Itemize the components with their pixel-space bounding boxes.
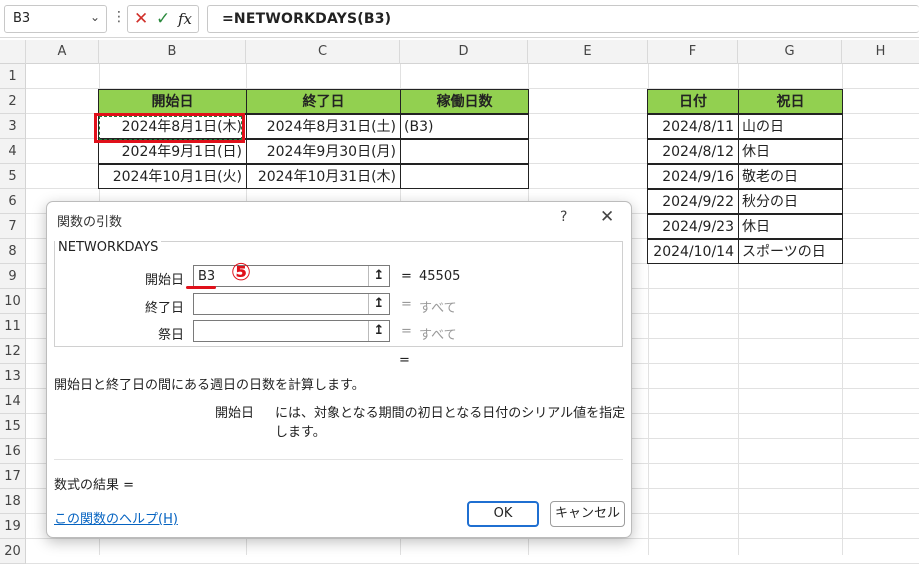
name-box[interactable]: B3 ⌄ <box>4 5 107 33</box>
row-header[interactable]: 3 <box>0 114 26 139</box>
row-header[interactable]: 16 <box>0 439 26 464</box>
cell-d4[interactable] <box>400 139 529 164</box>
row-header[interactable]: 4 <box>0 139 26 164</box>
arg-input-end-date[interactable]: ↥ <box>193 293 390 315</box>
holiday-date[interactable]: 2024/9/22 <box>647 189 739 214</box>
arg-equals: = <box>401 269 412 284</box>
collapse-dialog-icon[interactable]: ↥ <box>368 294 389 314</box>
help-link[interactable]: この関数のヘルプ(H) <box>54 508 178 527</box>
dialog-title: 関数の引数 <box>57 215 123 230</box>
function-name: NETWORKDAYS <box>55 240 162 255</box>
column-header-f[interactable]: F <box>648 40 738 64</box>
column-header-a[interactable]: A <box>26 40 99 64</box>
holiday-date[interactable]: 2024/9/23 <box>647 214 739 239</box>
function-arguments-dialog: 関数の引数 ? ✕ NETWORKDAYS 開始日 B3 ↥ = 45505 終… <box>46 201 632 538</box>
arg-equals: = <box>401 297 412 312</box>
arg-label-holidays: 祭日 <box>157 328 184 343</box>
holiday-date[interactable]: 2024/9/16 <box>647 164 739 189</box>
holiday-name[interactable]: スポーツの日 <box>738 239 843 264</box>
cell-c3[interactable]: 2024年8月31日(土) <box>246 114 401 139</box>
annotation-underline <box>186 286 216 289</box>
arg-equals: = <box>401 324 412 339</box>
close-icon[interactable]: ✕ <box>600 207 614 227</box>
header-end-date[interactable]: 終了日 <box>246 89 401 114</box>
header-holiday[interactable]: 祝日 <box>738 89 843 114</box>
column-header-h[interactable]: H <box>842 40 919 64</box>
collapse-dialog-icon[interactable]: ↥ <box>368 266 389 286</box>
column-header-e[interactable]: E <box>528 40 648 64</box>
row-header[interactable]: 13 <box>0 364 26 389</box>
row-header[interactable]: 20 <box>0 539 26 564</box>
gridline <box>26 538 919 539</box>
function-description: 開始日と終了日の間にある週日の日数を計算します。 <box>54 378 365 393</box>
cancel-button[interactable]: キャンセル <box>550 501 625 527</box>
holiday-name[interactable]: 秋分の日 <box>738 189 843 214</box>
row-header[interactable]: 18 <box>0 489 26 514</box>
holiday-date[interactable]: 2024/8/12 <box>647 139 739 164</box>
holiday-name[interactable]: 休日 <box>738 214 843 239</box>
insert-function-icon[interactable]: fx <box>178 10 192 28</box>
formula-result-label: 数式の結果 = <box>54 478 135 493</box>
arg-result: 45505 <box>419 269 461 284</box>
row-header[interactable]: 14 <box>0 389 26 414</box>
header-date[interactable]: 日付 <box>647 89 739 114</box>
arg-label-end-date: 終了日 <box>144 301 184 316</box>
row-header[interactable]: 8 <box>0 239 26 264</box>
row-header[interactable]: 1 <box>0 64 26 89</box>
formula-result-equals: = <box>399 353 410 368</box>
select-all-corner[interactable] <box>0 40 26 64</box>
cancel-icon[interactable]: ✕ <box>134 9 148 29</box>
row-header[interactable]: 10 <box>0 289 26 314</box>
column-header-d[interactable]: D <box>400 40 528 64</box>
ok-button[interactable]: OK <box>467 501 539 527</box>
row-header[interactable]: 15 <box>0 414 26 439</box>
column-header-c[interactable]: C <box>246 40 400 64</box>
arg-result: すべて <box>419 328 457 343</box>
arg-result: すべて <box>419 301 457 316</box>
more-options-icon[interactable]: ⋮ <box>112 9 126 25</box>
holiday-name[interactable]: 山の日 <box>738 114 843 139</box>
help-icon[interactable]: ? <box>560 209 567 225</box>
row-header[interactable]: 9 <box>0 264 26 289</box>
holiday-date[interactable]: 2024/10/14 <box>647 239 739 264</box>
column-header-g[interactable]: G <box>738 40 842 64</box>
cell-d5[interactable] <box>400 164 529 189</box>
header-working-days[interactable]: 稼働日数 <box>400 89 529 114</box>
enter-icon[interactable]: ✓ <box>156 9 170 29</box>
name-box-value[interactable]: B3 <box>13 11 30 26</box>
formula-bar: B3 ⌄ ⋮ ✕ ✓ fx =NETWORKDAYS(B3) <box>0 0 919 38</box>
row-header[interactable]: 17 <box>0 464 26 489</box>
arg-description: には、対象となる期間の初日となる日付のシリアル値を指定します。 <box>275 406 626 440</box>
row-header[interactable]: 11 <box>0 314 26 339</box>
holiday-name[interactable]: 休日 <box>738 139 843 164</box>
arg-value[interactable]: B3 <box>198 269 215 284</box>
arg-description-label: 開始日 <box>215 406 255 421</box>
row-header[interactable]: 6 <box>0 189 26 214</box>
divider <box>54 459 623 460</box>
column-header-bar: A B C D E F G H <box>0 40 919 64</box>
formula-text[interactable]: =NETWORKDAYS(B3) <box>222 11 391 27</box>
highlight-box <box>94 113 245 143</box>
arg-input-holidays[interactable]: ↥ <box>193 320 390 342</box>
row-header[interactable]: 12 <box>0 339 26 364</box>
arg-label-start-date: 開始日 <box>144 273 184 288</box>
collapse-dialog-icon[interactable]: ↥ <box>368 321 389 341</box>
cell-d3[interactable]: (B3) <box>400 114 529 139</box>
cell-c4[interactable]: 2024年9月30日(月) <box>246 139 401 164</box>
row-header[interactable]: 5 <box>0 164 26 189</box>
holiday-name[interactable]: 敬老の日 <box>738 164 843 189</box>
step-number-annotation: ⑤ <box>230 258 252 286</box>
row-header[interactable]: 7 <box>0 214 26 239</box>
column-header-b[interactable]: B <box>99 40 246 64</box>
holiday-date[interactable]: 2024/8/11 <box>647 114 739 139</box>
cell-c5[interactable]: 2024年10月31日(木) <box>246 164 401 189</box>
header-start-date[interactable]: 開始日 <box>98 89 247 114</box>
chevron-down-icon[interactable]: ⌄ <box>90 10 100 24</box>
formula-input[interactable]: =NETWORKDAYS(B3) <box>207 5 919 33</box>
row-header[interactable]: 19 <box>0 514 26 539</box>
cell-b5[interactable]: 2024年10月1日(火) <box>98 164 247 189</box>
row-header[interactable]: 2 <box>0 89 26 114</box>
formula-bar-actions: ✕ ✓ fx <box>127 5 199 33</box>
